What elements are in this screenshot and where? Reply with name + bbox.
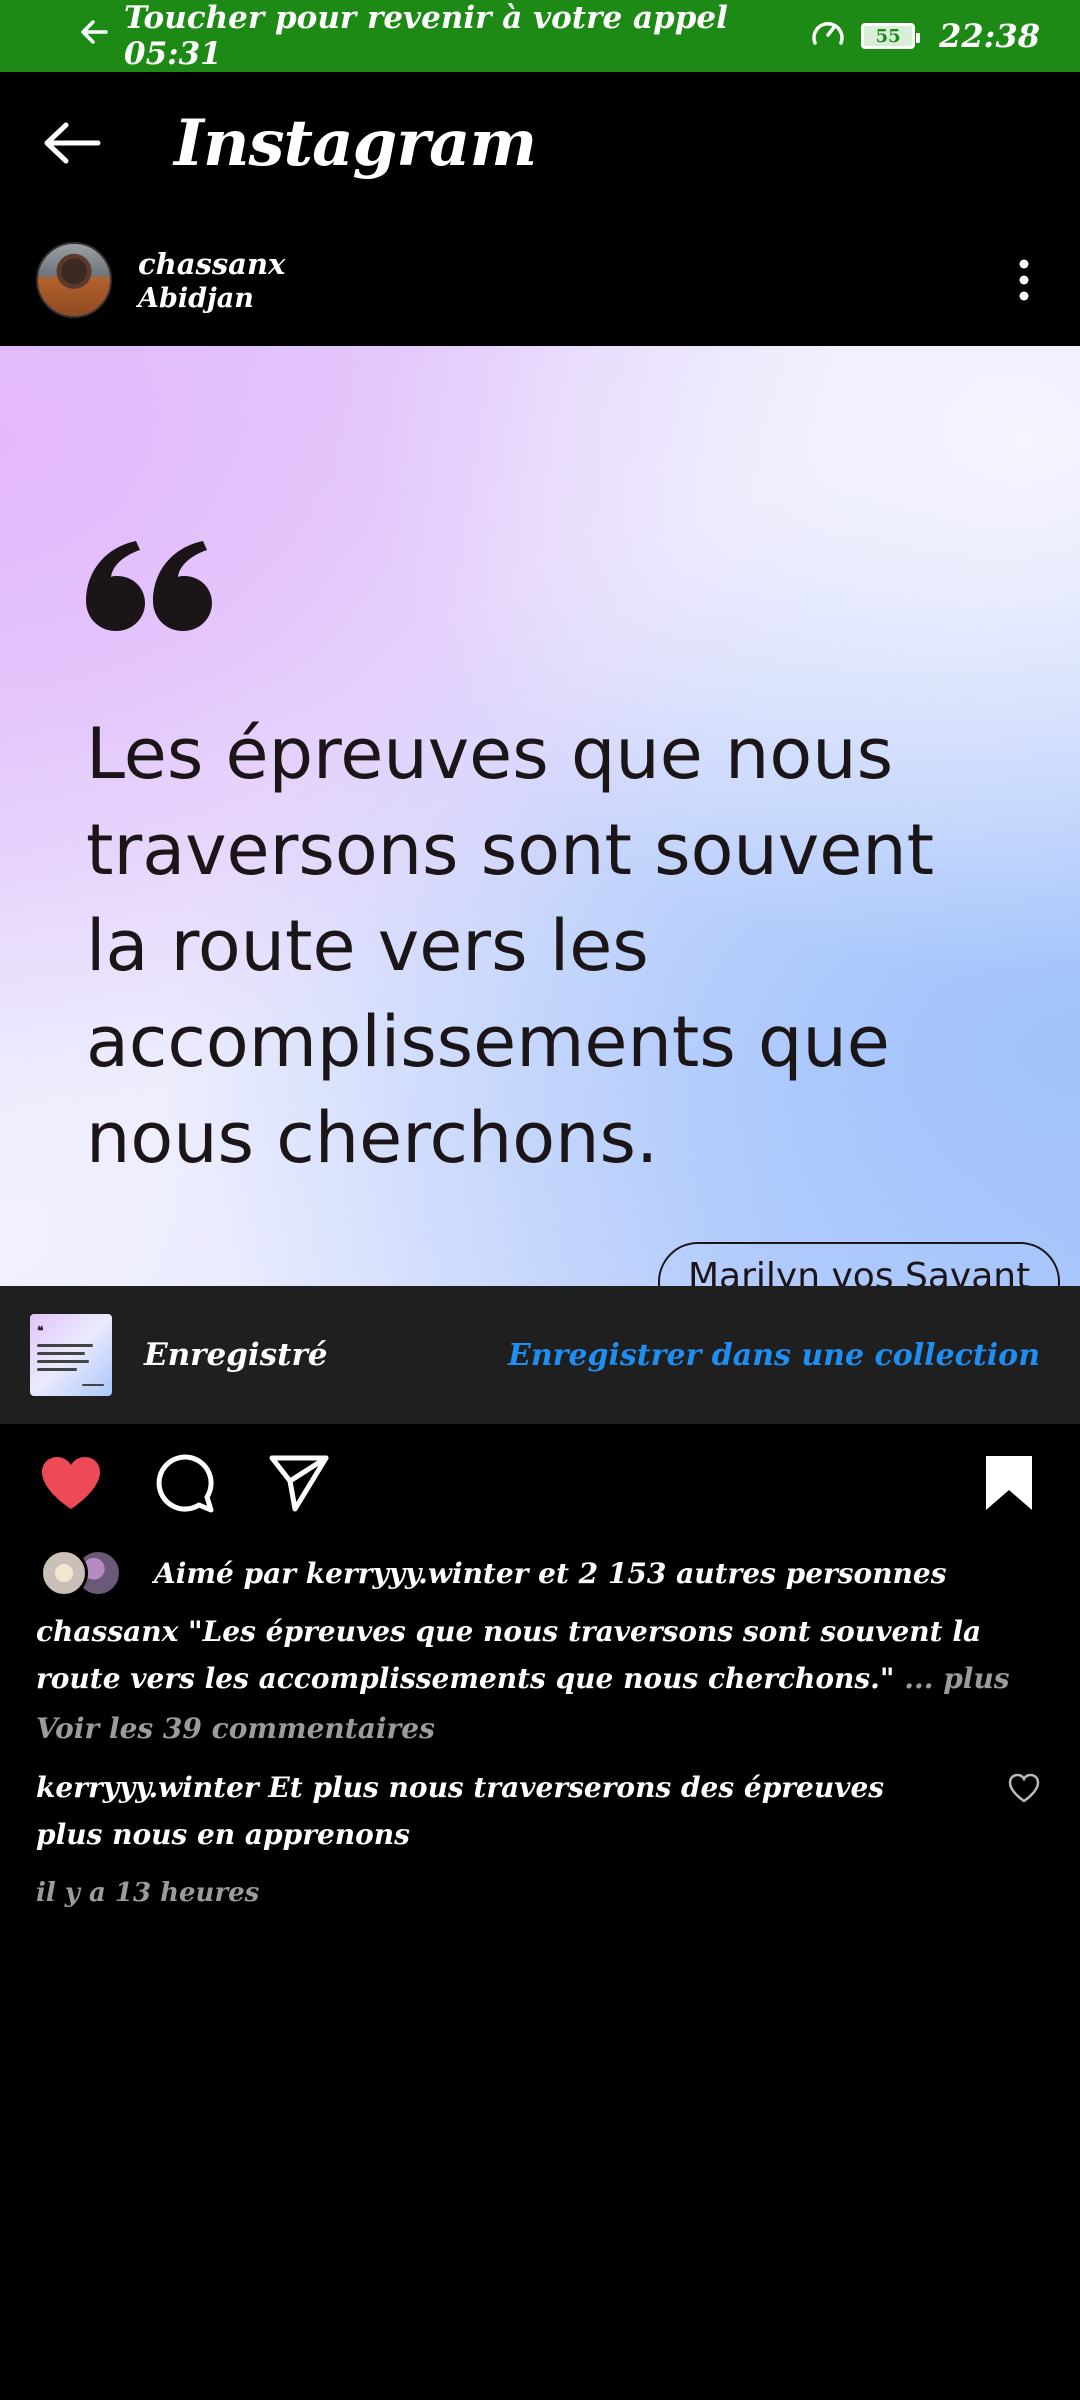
heart-outline-icon [1008,1773,1040,1803]
comment-like-button[interactable] [1004,1768,1044,1808]
back-button[interactable] [40,111,104,175]
comment-button[interactable] [150,1448,220,1518]
quote-author: Marilyn vos Savant [658,1242,1061,1286]
mini-author-line [82,1384,104,1386]
mini-text-line [37,1360,89,1363]
top-comment: kerryyy.winter Et plus nous traverserons… [36,1764,936,1858]
status-bar: Toucher pour revenir à votre appel 05:31… [0,0,1080,72]
more-options-button[interactable] [1004,250,1044,310]
post-image[interactable]: Les épreuves que nous traversons sont so… [0,346,1080,1286]
mini-text-line [37,1352,85,1355]
saved-post-thumbnail: ❝ [30,1314,112,1396]
arrow-left-icon [80,18,108,54]
heart-filled-icon [42,1457,100,1509]
view-comments-link[interactable]: Voir les 39 commentaires [36,1712,1036,1745]
post-header: chassanx Abidjan [0,214,1080,346]
more-vertical-icon [1019,259,1029,301]
back-arrow-icon [44,122,101,164]
avatar[interactable] [36,242,112,318]
bookmark-button[interactable] [974,1448,1044,1518]
bookmark-filled-icon [986,1456,1032,1510]
mini-text-line [37,1344,93,1347]
quote-mark-icon [86,541,212,635]
return-to-call-link[interactable]: Toucher pour revenir à votre appel 05:31 [80,0,809,72]
share-button[interactable] [264,1448,334,1518]
caption-text: "Les épreuves que nous traversons sont s… [36,1615,982,1695]
post-username[interactable]: chassanx [138,247,285,281]
post-caption[interactable]: chassanx "Les épreuves que nous traverso… [36,1608,1046,1702]
saved-banner: ❝ Enregistré Enregistrer dans une collec… [0,1286,1080,1424]
send-icon [269,1455,329,1512]
mini-quote-icon: ❝ [37,1324,44,1338]
liker-avatars [36,1549,146,1597]
data-saver-icon [809,15,847,57]
battery-icon: 55 [861,23,921,49]
return-to-call-text: Toucher pour revenir à votre appel 05:31 [124,0,728,72]
battery-level: 55 [875,25,901,47]
post-actions [0,1424,1080,1542]
caption-more-link[interactable]: ... plus [904,1662,1009,1695]
comment-username[interactable]: kerryyy.winter [36,1771,259,1804]
comment-icon [156,1454,214,1513]
likes-row[interactable]: Aimé par kerryyy.winter et 2 153 autres … [36,1546,1046,1600]
instagram-logo: Instagram [174,105,537,181]
liker-avatar [40,1549,88,1597]
mini-text-line [37,1368,77,1371]
post-user-meta: chassanx Abidjan [138,247,285,314]
quote-text: Les épreuves que nous traversons sont so… [86,713,935,1179]
clock: 22:38 [939,17,1040,55]
top-bar: Instagram [0,72,1080,214]
post-timestamp: il y a 13 heures [36,1878,260,1908]
caption-username[interactable]: chassanx [36,1615,178,1648]
likes-text: Aimé par kerryyy.winter et 2 153 autres … [154,1556,947,1590]
post-location[interactable]: Abidjan [138,283,285,314]
like-button[interactable] [36,1448,106,1518]
save-to-collection-link[interactable]: Enregistrer dans une collection [508,1338,1040,1373]
saved-label: Enregistré [144,1337,328,1373]
